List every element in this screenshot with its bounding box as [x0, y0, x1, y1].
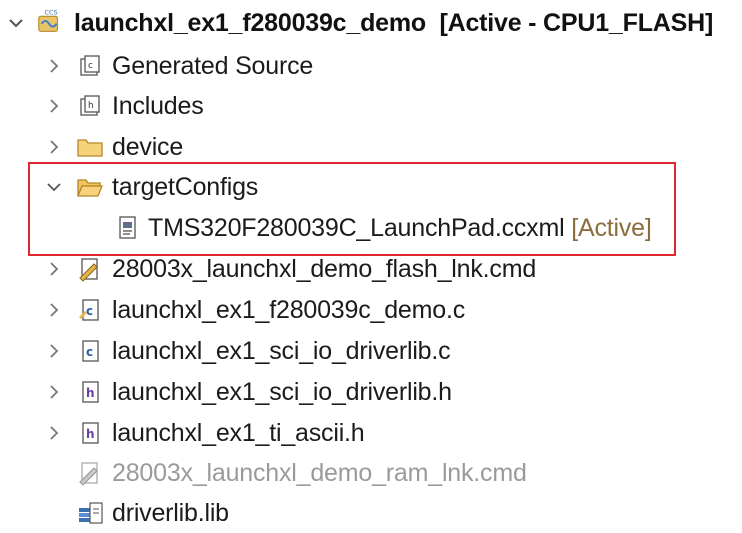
- svg-text:h: h: [86, 427, 95, 441]
- h-file-icon: h: [76, 378, 104, 406]
- project-explorer-tree: CCS launchxl_ex1_f280039c_demo [Active -…: [0, 0, 742, 527]
- chevron-down-icon[interactable]: [6, 13, 26, 33]
- cmd-file-excluded-icon: [76, 459, 104, 487]
- tree-item-flash-cmd[interactable]: 28003x_launchxl_demo_flash_lnk.cmd: [0, 249, 742, 289]
- ccxml-file-icon: [114, 214, 142, 242]
- tree-item-label: device: [112, 132, 184, 161]
- folder-open-icon: [76, 173, 104, 201]
- tree-item-sci-io-h[interactable]: h launchxl_ex1_sci_io_driverlib.h: [0, 372, 742, 412]
- tree-item-label: Includes: [112, 91, 204, 120]
- svg-text:h: h: [86, 386, 95, 400]
- folder-icon: [76, 133, 104, 161]
- chevron-right-icon[interactable]: [44, 423, 64, 443]
- chevron-right-icon[interactable]: [44, 259, 64, 279]
- ccxml-label-wrap: TMS320F280039C_LaunchPad.ccxml [Active]: [148, 214, 652, 243]
- library-file-icon: [76, 499, 104, 527]
- chevron-right-icon[interactable]: [44, 382, 64, 402]
- project-label: launchxl_ex1_f280039c_demo [Active - CPU…: [74, 9, 713, 38]
- tree-item-generated-source[interactable]: c Generated Source: [0, 46, 742, 86]
- tree-item-label: launchxl_ex1_ti_ascii.h: [112, 418, 365, 447]
- tree-item-includes[interactable]: h Includes: [0, 86, 742, 126]
- tree-item-targetconfigs[interactable]: targetConfigs: [0, 167, 742, 207]
- ccs-project-icon: CCS: [36, 7, 64, 35]
- tree-item-driverlib-lib[interactable]: driverlib.lib: [0, 493, 742, 533]
- chevron-right-icon[interactable]: [44, 341, 64, 361]
- ccs-badge-text: CCS: [44, 8, 57, 16]
- c-file-icon: c: [76, 296, 104, 324]
- svg-text:h: h: [88, 101, 94, 111]
- chevron-right-icon[interactable]: [44, 96, 64, 116]
- active-tag: [Active]: [571, 213, 652, 242]
- tree-item-label: launchxl_ex1_sci_io_driverlib.h: [112, 377, 452, 406]
- tree-item-label: Generated Source: [112, 51, 314, 80]
- project-build-config: [Active - CPU1_FLASH]: [439, 8, 714, 37]
- includes-folder-icon: h: [76, 92, 104, 120]
- tree-item-ram-cmd[interactable]: 28003x_launchxl_demo_ram_lnk.cmd: [0, 453, 742, 493]
- c-file-icon: c: [76, 337, 104, 365]
- tree-item-device[interactable]: device: [0, 127, 742, 167]
- tree-item-demo-c[interactable]: c launchxl_ex1_f280039c_demo.c: [0, 290, 742, 330]
- tree-item-sci-io-c[interactable]: c launchxl_ex1_sci_io_driverlib.c: [0, 331, 742, 371]
- tree-item-ccxml[interactable]: TMS320F280039C_LaunchPad.ccxml [Active]: [0, 208, 742, 248]
- generated-source-folder-icon: c: [76, 52, 104, 80]
- svg-text:c: c: [86, 345, 93, 359]
- chevron-right-icon[interactable]: [44, 300, 64, 320]
- cmd-file-icon: [76, 255, 104, 283]
- chevron-right-icon[interactable]: [44, 56, 64, 76]
- chevron-right-icon[interactable]: [44, 137, 64, 157]
- h-file-icon: h: [76, 419, 104, 447]
- project-root-row[interactable]: CCS launchxl_ex1_f280039c_demo [Active -…: [0, 3, 742, 43]
- tree-item-label: launchxl_ex1_sci_io_driverlib.c: [112, 336, 451, 365]
- tree-item-label: 28003x_launchxl_demo_ram_lnk.cmd: [112, 458, 527, 487]
- tree-item-label: targetConfigs: [112, 172, 259, 201]
- tree-item-ti-ascii-h[interactable]: h launchxl_ex1_ti_ascii.h: [0, 413, 742, 453]
- project-name: launchxl_ex1_f280039c_demo: [74, 8, 426, 37]
- tree-item-label: TMS320F280039C_LaunchPad.ccxml: [148, 213, 565, 242]
- chevron-down-icon[interactable]: [44, 177, 64, 197]
- svg-text:c: c: [86, 304, 93, 318]
- tree-item-label: 28003x_launchxl_demo_flash_lnk.cmd: [112, 254, 537, 283]
- tree-item-label: launchxl_ex1_f280039c_demo.c: [112, 295, 465, 324]
- svg-text:c: c: [88, 61, 93, 71]
- tree-item-label: driverlib.lib: [112, 498, 229, 527]
